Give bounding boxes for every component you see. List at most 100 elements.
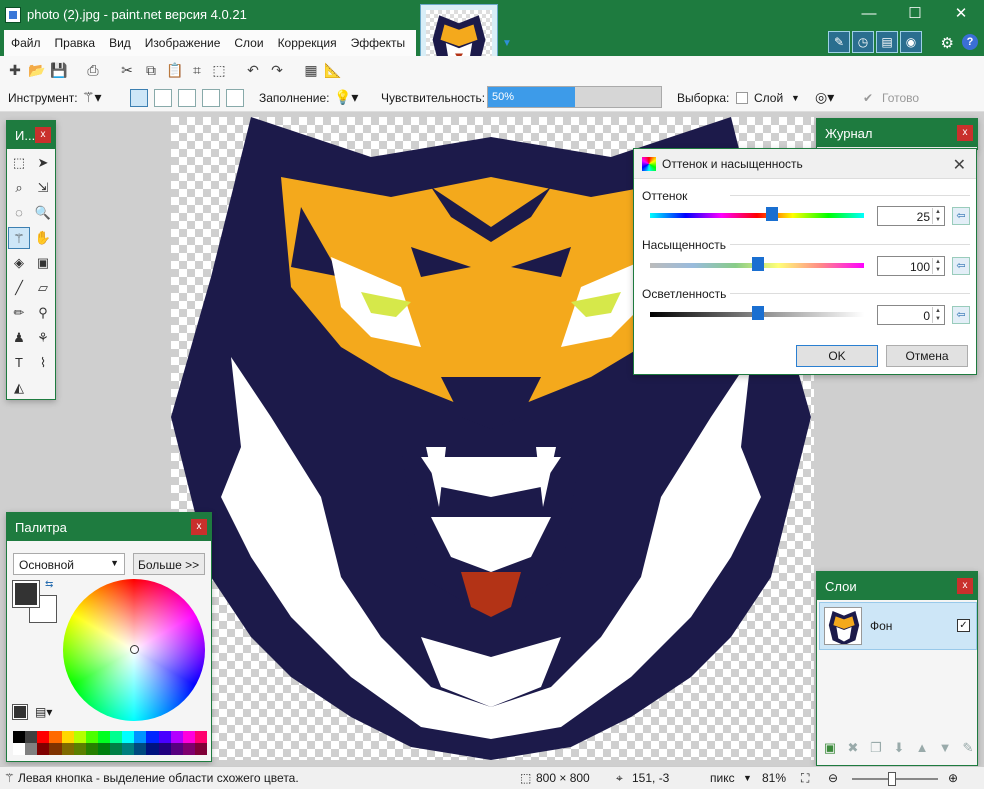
palette-swatch[interactable] (194, 731, 207, 743)
sampling-dropdown-icon[interactable]: ▼ (791, 93, 800, 103)
hue-spinner[interactable]: ▲ ▼ (932, 208, 943, 224)
flood-mode-icon[interactable]: 💡▾ (334, 89, 358, 106)
deselect-icon[interactable]: ⬚ (210, 61, 228, 79)
lightness-spinner[interactable]: ▲ ▼ (932, 307, 943, 323)
hue-slider-thumb[interactable] (766, 207, 778, 221)
minimize-button[interactable]: — (846, 0, 892, 30)
palette-close[interactable]: x (191, 519, 207, 535)
images-dropdown-icon[interactable]: ▼ (502, 38, 512, 49)
palette-swatch[interactable] (182, 731, 195, 743)
shapes-icon[interactable]: ◭ (8, 377, 30, 399)
cut-icon[interactable]: ✂ (118, 61, 136, 79)
zoom-level[interactable]: 81% (762, 771, 786, 785)
layer-row[interactable]: Фон ✓ (819, 602, 977, 650)
selection-mode-exclude[interactable] (178, 89, 196, 107)
palette-mode-select[interactable]: Основной ▼ (13, 553, 125, 575)
menu-view[interactable]: Вид (102, 36, 138, 50)
delete-layer-icon[interactable]: ✖ (844, 740, 862, 758)
layers-icon[interactable]: ▤ (876, 31, 898, 53)
zoom-out-icon[interactable]: ⊖ (828, 771, 838, 785)
sensitivity-slider[interactable]: 50% (487, 86, 662, 108)
palette-swatch[interactable] (13, 743, 26, 755)
tools-panel-close[interactable]: x (35, 127, 51, 143)
palette-swatch[interactable] (97, 731, 110, 743)
duplicate-layer-icon[interactable]: ❐ (867, 740, 885, 758)
cancel-button[interactable]: Отмена (886, 345, 968, 367)
move-layer-up-icon[interactable]: ▲ (913, 740, 931, 758)
palette-swatch[interactable] (170, 731, 183, 743)
palette-swatch[interactable] (146, 743, 159, 755)
palette-swatch[interactable] (146, 731, 159, 743)
hue-reset-button[interactable]: ⇦ (952, 207, 970, 225)
tools-icon[interactable]: ✎ (828, 31, 850, 53)
color-picker-icon[interactable]: ⚲ (32, 302, 54, 324)
help-icon[interactable]: ? (962, 34, 978, 50)
eraser-icon[interactable]: ▱ (32, 277, 54, 299)
palette-swatch[interactable] (158, 743, 171, 755)
layers-panel-close[interactable]: x (957, 578, 973, 594)
antialiasing-icon[interactable]: ◎▾ (815, 89, 834, 106)
close-button[interactable]: ✕ (938, 0, 984, 30)
palette-swatch[interactable] (85, 731, 98, 743)
add-layer-icon[interactable]: ▣ (821, 740, 839, 758)
palette-swatch[interactable] (61, 743, 74, 755)
palette-swatch[interactable] (122, 743, 135, 755)
swap-colors-icon[interactable]: ⇆ (45, 579, 53, 590)
new-image-icon[interactable]: ✚ (6, 61, 24, 79)
paint-bucket-icon[interactable]: ◈ (8, 252, 30, 274)
magic-wand-tool-icon[interactable]: ⚚▾ (82, 89, 102, 106)
palette-swatch[interactable] (25, 743, 38, 755)
saturation-spinner[interactable]: ▲ ▼ (932, 258, 943, 274)
save-icon[interactable]: 💾 (50, 61, 68, 79)
move-selected-icon[interactable]: ⇲ (32, 177, 54, 199)
zoom-icon[interactable]: 🔍 (32, 202, 54, 224)
palette-swatch[interactable] (49, 743, 62, 755)
gradient-icon[interactable]: ▣ (32, 252, 54, 274)
palette-swatch[interactable] (97, 743, 110, 755)
menu-layers[interactable]: Слои (227, 36, 270, 50)
crop-icon[interactable]: ⌗ (188, 61, 206, 79)
palette-swatch[interactable] (134, 743, 147, 755)
palette-swatch[interactable] (170, 743, 183, 755)
lightness-slider-thumb[interactable] (752, 306, 764, 320)
undo-icon[interactable]: ↶ (244, 61, 262, 79)
zoom-to-window-icon[interactable]: ⛶ (801, 771, 809, 786)
palette-swatch[interactable] (13, 731, 26, 743)
selection-mode-union[interactable] (154, 89, 172, 107)
palette-swatch[interactable] (37, 731, 50, 743)
pencil-icon[interactable]: ✏ (8, 302, 30, 324)
open-icon[interactable]: 📂 (28, 61, 46, 79)
zoom-slider-thumb[interactable] (888, 772, 896, 786)
dialog-close-button[interactable]: ✕ (953, 155, 966, 175)
palette-swatch[interactable] (134, 731, 147, 743)
merge-layer-icon[interactable]: ⬇ (890, 740, 908, 758)
settings-icon[interactable]: ⚙ (941, 34, 954, 52)
print-icon[interactable]: ⎙ (84, 61, 102, 79)
paintbrush-icon[interactable]: ╱ (8, 277, 30, 299)
copy-icon[interactable]: ⧉ (142, 61, 160, 79)
layer-visibility-checkbox[interactable]: ✓ (957, 619, 970, 632)
layer-properties-icon[interactable]: ✎ (959, 740, 977, 758)
move-selection-icon[interactable]: ➤ (32, 152, 54, 174)
zoom-in-icon[interactable]: ⊕ (948, 771, 958, 785)
palette-menu-icon[interactable]: ▤▾ (35, 705, 52, 719)
magic-wand-icon[interactable]: ⚚ (8, 227, 30, 249)
hue-slider[interactable] (650, 213, 864, 218)
sampling-value[interactable]: Слой (754, 91, 783, 105)
hue-input[interactable]: 25 ▲ ▼ (877, 206, 945, 226)
menu-adjustments[interactable]: Коррекция (271, 36, 344, 50)
recolor-icon[interactable]: ⚘ (32, 327, 54, 349)
primary-color[interactable] (13, 581, 39, 607)
palette-swatch[interactable] (122, 731, 135, 743)
palette-swatch[interactable] (49, 731, 62, 743)
palette-swatch[interactable] (85, 743, 98, 755)
menu-image[interactable]: Изображение (138, 36, 228, 50)
selection-mode-replace[interactable] (130, 89, 148, 107)
done-button[interactable]: Готово (882, 91, 919, 105)
saturation-input[interactable]: 100 ▲ ▼ (877, 256, 945, 276)
palette-swatch[interactable] (182, 743, 195, 755)
colors-icon[interactable]: ◉ (900, 31, 922, 53)
unit-selector[interactable]: пикс (710, 771, 735, 785)
menu-file[interactable]: Файл (4, 36, 48, 50)
history-panel-close[interactable]: x (957, 125, 973, 141)
